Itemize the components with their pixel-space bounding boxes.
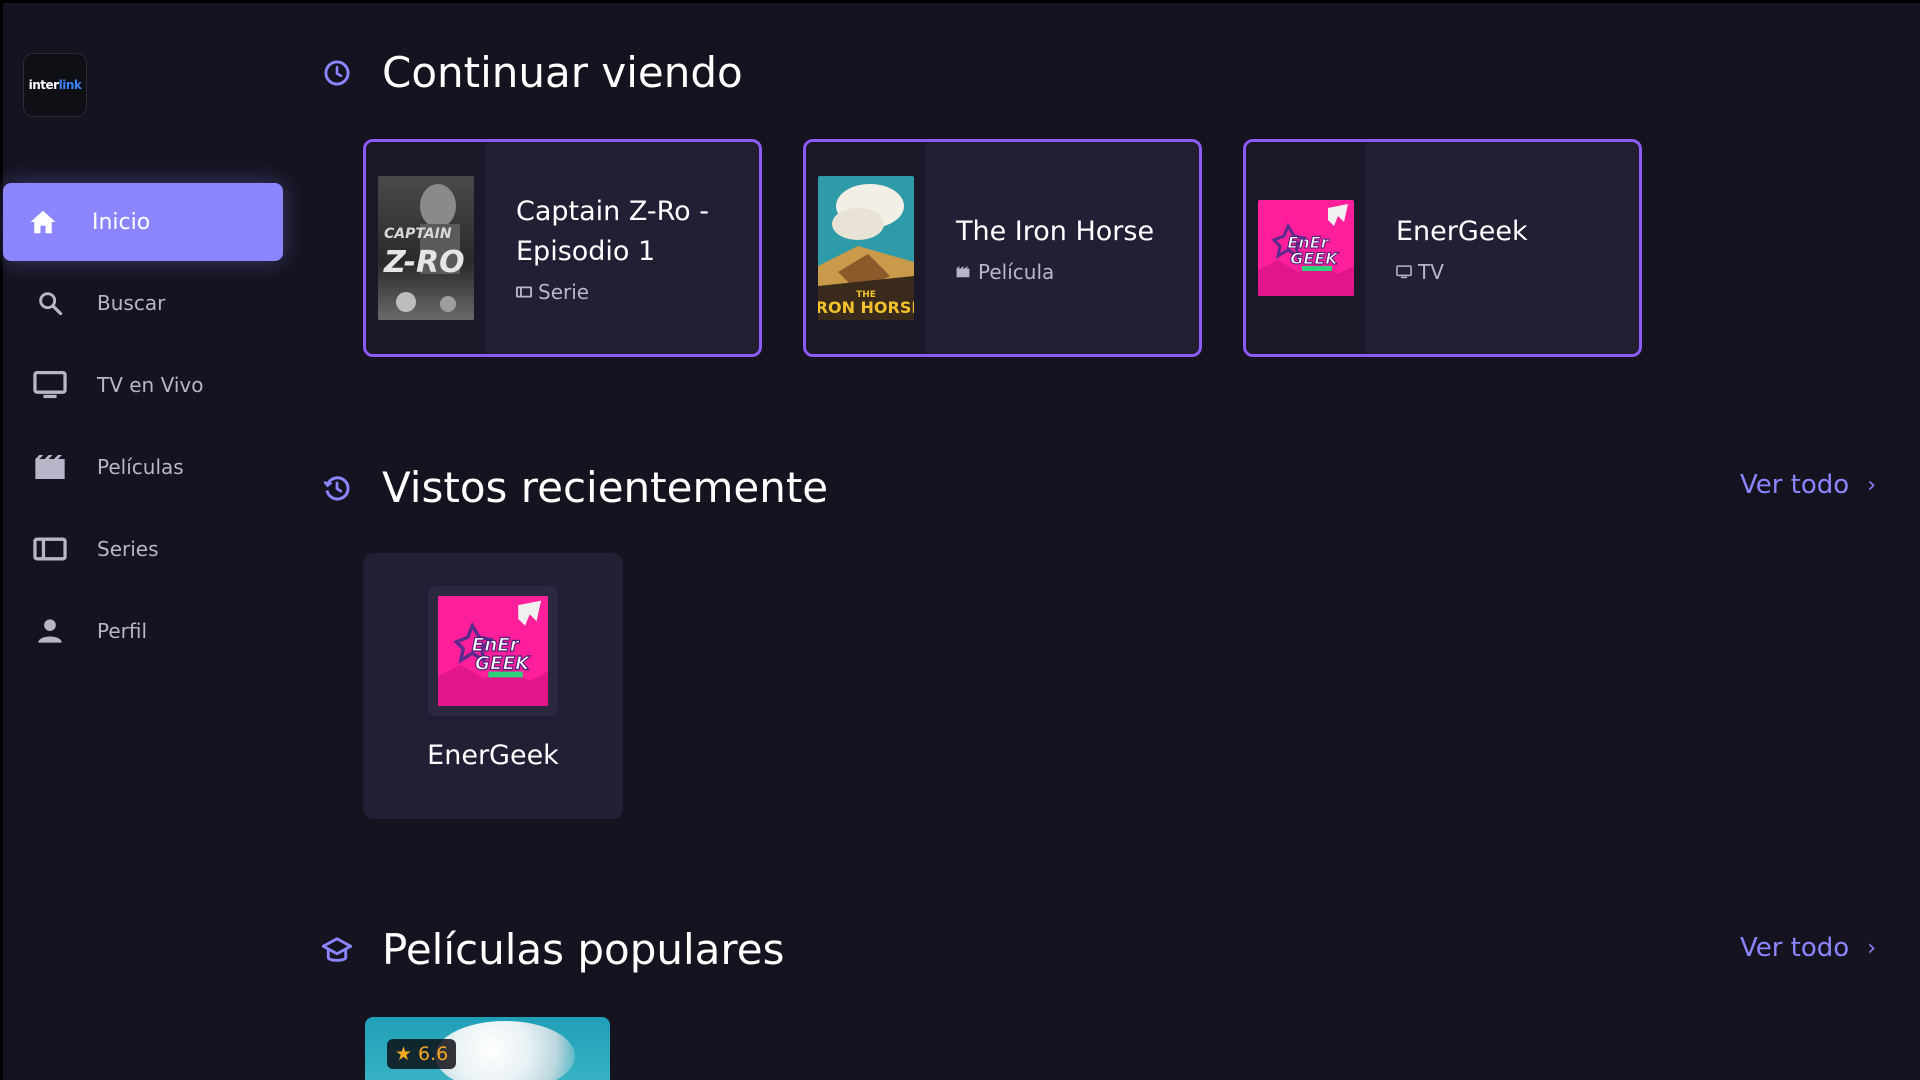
sidebar-item-label: Inicio — [92, 209, 151, 235]
card-type: TV — [1418, 260, 1444, 284]
svg-text:Z-RO: Z-RO — [383, 245, 465, 280]
section-heading: Películas populares — [382, 925, 785, 974]
svg-text:GEEK: GEEK — [1290, 249, 1339, 268]
person-icon — [28, 609, 72, 653]
continue-card-captain-z-ro[interactable]: CAPTAIN Z-RO Captain Z-Ro - Episodio 1 S… — [363, 139, 762, 357]
chevron-right-icon: › — [1867, 472, 1876, 498]
card-meta: Serie — [516, 280, 759, 304]
chevron-right-icon: › — [1867, 935, 1876, 961]
film-icon — [956, 264, 972, 280]
card-meta: Película — [956, 260, 1199, 284]
see-all-popular-movies-link[interactable]: Ver todo › — [1740, 933, 1876, 963]
tv-icon — [28, 363, 72, 407]
continue-card-the-iron-horse[interactable]: THE IRON HORSE The Iron Horse Película — [803, 139, 1202, 357]
clock-icon — [322, 58, 352, 88]
search-icon — [28, 281, 72, 325]
section-title-popular-movies: Películas populares — [322, 925, 784, 974]
series-icon — [28, 527, 72, 571]
app-logo[interactable]: interlink — [23, 53, 87, 117]
see-all-label: Ver todo — [1739, 933, 1850, 963]
graduation-icon — [322, 935, 352, 965]
captain-z-ro-poster: CAPTAIN Z-RO — [378, 176, 474, 320]
card-type: Película — [978, 260, 1055, 284]
card-title: EnerGeek — [427, 740, 559, 771]
sidebar-item-label: TV en Vivo — [97, 373, 204, 397]
thumbnail-frame: THE IRON HORSE — [806, 142, 926, 354]
sidebar-item-series[interactable]: Series — [3, 510, 283, 588]
card-info: The Iron Horse Película — [926, 142, 1199, 354]
sidebar-item-label: Series — [97, 537, 159, 561]
energeek-logo: EnEr GEEK — [438, 596, 548, 706]
film-icon — [28, 445, 72, 489]
card-info: Captain Z-Ro - Episodio 1 Serie — [486, 142, 759, 354]
sidebar-item-tv-en-vivo[interactable]: TV en Vivo — [3, 346, 283, 424]
section-heading: Continuar viendo — [382, 48, 743, 97]
see-all-recently-viewed-link[interactable]: Ver todo › — [1740, 470, 1876, 500]
section-title-continue-watching: Continuar viendo — [322, 48, 743, 97]
card-title: Captain Z-Ro - Episodio 1 — [516, 196, 710, 267]
card-title: EnerGeek — [1396, 216, 1528, 247]
recent-card-energeek[interactable]: EnEr GEEK EnerGeek — [363, 553, 623, 819]
sidebar-item-label: Perfil — [97, 619, 148, 643]
history-icon — [322, 473, 352, 503]
continue-card-energeek[interactable]: EnEr GEEK EnerGeek TV — [1243, 139, 1642, 357]
sidebar: interlink Inicio Buscar TV en Vivo Pelíc… — [0, 0, 290, 1080]
energeek-logo: EnEr GEEK — [1258, 200, 1354, 296]
sidebar-item-buscar[interactable]: Buscar — [3, 264, 283, 342]
sidebar-item-peliculas[interactable]: Películas — [3, 428, 283, 506]
iron-horse-poster: THE IRON HORSE — [818, 176, 914, 320]
svg-text:IRON HORSE: IRON HORSE — [818, 298, 914, 317]
svg-text:CAPTAIN: CAPTAIN — [384, 226, 452, 242]
star-icon: ★ — [395, 1043, 413, 1065]
sidebar-item-perfil[interactable]: Perfil — [3, 592, 283, 670]
section-heading: Vistos recientemente — [382, 463, 829, 512]
card-type: Serie — [538, 280, 590, 304]
rating-value: 6.6 — [418, 1043, 449, 1065]
series-icon — [516, 284, 532, 300]
card-info: EnerGeek TV — [1366, 142, 1639, 354]
logo-wordmark: interlink — [28, 78, 82, 92]
card-title: The Iron Horse — [956, 216, 1155, 247]
thumbnail-frame: EnEr GEEK — [428, 586, 558, 716]
card-meta: TV — [1396, 260, 1639, 284]
sidebar-item-label: Buscar — [97, 291, 166, 315]
rating-badge: ★ 6.6 — [387, 1039, 457, 1069]
sidebar-item-label: Películas — [97, 455, 184, 479]
section-title-recently-viewed: Vistos recientemente — [322, 463, 828, 512]
thumbnail-frame: EnEr GEEK — [1246, 142, 1366, 354]
popular-movie-card[interactable]: ★ 6.6 — [365, 1017, 610, 1080]
see-all-label: Ver todo — [1739, 470, 1850, 500]
thumbnail-frame: CAPTAIN Z-RO — [366, 142, 486, 354]
sidebar-item-inicio[interactable]: Inicio — [3, 183, 283, 261]
tv-icon — [1396, 264, 1412, 280]
svg-text:GEEK: GEEK — [475, 653, 531, 674]
home-icon — [21, 200, 65, 244]
